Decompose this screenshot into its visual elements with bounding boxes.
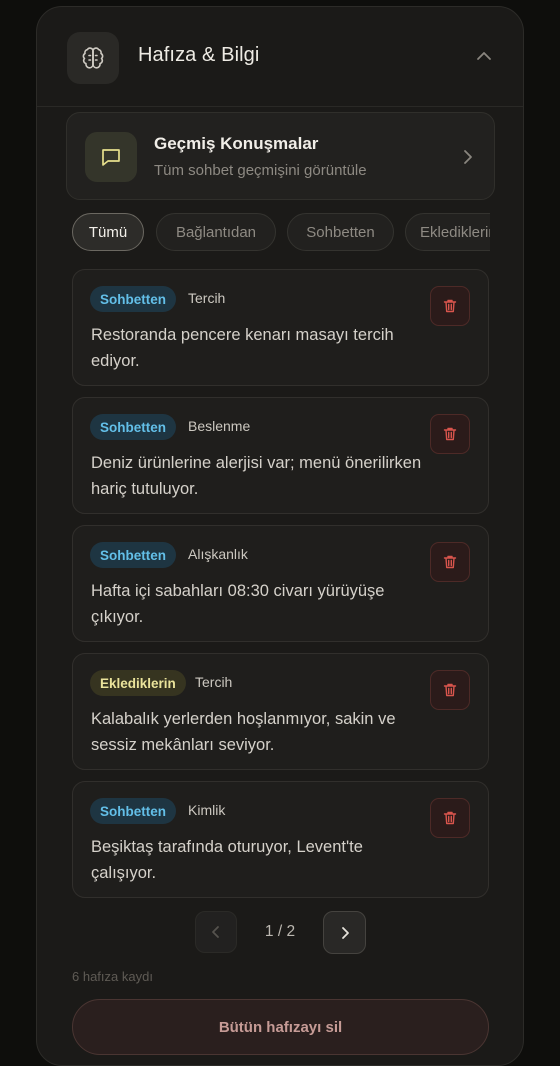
page-indicator: 1 / 2 [264,923,296,940]
source-tag: Sohbetten [90,798,176,824]
category-label: Kimlik [188,802,226,818]
filter-tab-chat[interactable]: Sohbetten [287,213,394,251]
filter-tab-connection[interactable]: Bağlantıdan [156,213,276,251]
trash-icon [443,555,457,569]
source-tag: Sohbetten [90,286,176,312]
section-header[interactable]: Hafıza & Bilgi [37,7,523,107]
delete-button[interactable] [430,286,470,326]
source-tag: Sohbetten [90,414,176,440]
memory-text: Kalabalık yerlerden hoşlanmıyor, sakin v… [91,710,396,754]
prev-page-button[interactable] [195,911,237,953]
memory-panel: Hafıza & Bilgi Geçmiş Konuşmalar Tüm soh… [36,6,524,1066]
source-tag: Sohbetten [90,542,176,568]
delete-button[interactable] [430,798,470,838]
memory-card: Sohbetten Tercih Restoranda pencere kena… [72,269,489,386]
chevron-up-icon[interactable] [475,47,493,65]
category-label: Beslenme [188,418,251,434]
trash-icon [443,427,457,441]
filter-tab-all[interactable]: Tümü [72,213,144,251]
memory-text: Restoranda pencere kenarı masayı tercih … [91,326,394,370]
filter-tabs: Tümü Bağlantıdan Sohbetten Eklediklerin [72,212,490,254]
section-title: Hafıza & Bilgi [138,44,260,66]
memory-text: Beşiktaş tarafında oturuyor, Levent'te ç… [91,838,363,882]
memory-card: Sohbetten Alışkanlık Hafta içi sabahları… [72,525,489,642]
trash-icon [443,299,457,313]
trash-icon [443,683,457,697]
category-label: Tercih [195,674,233,690]
history-link-card[interactable]: Geçmiş Konuşmalar Tüm sohbet geçmişini g… [66,112,495,200]
memory-count: 6 hafıza kaydı [72,969,153,984]
category-label: Alışkanlık [188,546,248,562]
trash-icon [443,811,457,825]
delete-button[interactable] [430,542,470,582]
memory-card: Sohbetten Kimlik Beşiktaş tarafında otur… [72,781,489,898]
history-subtitle: Tüm sohbet geçmişini görüntüle [154,162,367,179]
memory-text: Deniz ürünlerine alerjisi var; menü öner… [91,454,422,498]
chevron-right-icon [341,926,349,939]
history-title: Geçmiş Konuşmalar [154,134,319,153]
delete-button[interactable] [430,414,470,454]
message-square-icon [85,132,137,182]
memory-text: Hafta içi sabahları 08:30 civarı yürüyüş… [91,582,385,626]
next-page-button[interactable] [323,911,366,954]
delete-button[interactable] [430,670,470,710]
chevron-right-icon [458,148,476,166]
filter-tab-added[interactable]: Eklediklerin [405,213,490,251]
memory-card: Sohbetten Beslenme Deniz ürünlerine aler… [72,397,489,514]
source-tag: Eklediklerin [90,670,186,696]
memory-card: Eklediklerin Tercih Kalabalık yerlerden … [72,653,489,770]
chevron-left-icon [212,926,219,938]
brain-icon [67,32,119,84]
category-label: Tercih [188,290,226,306]
